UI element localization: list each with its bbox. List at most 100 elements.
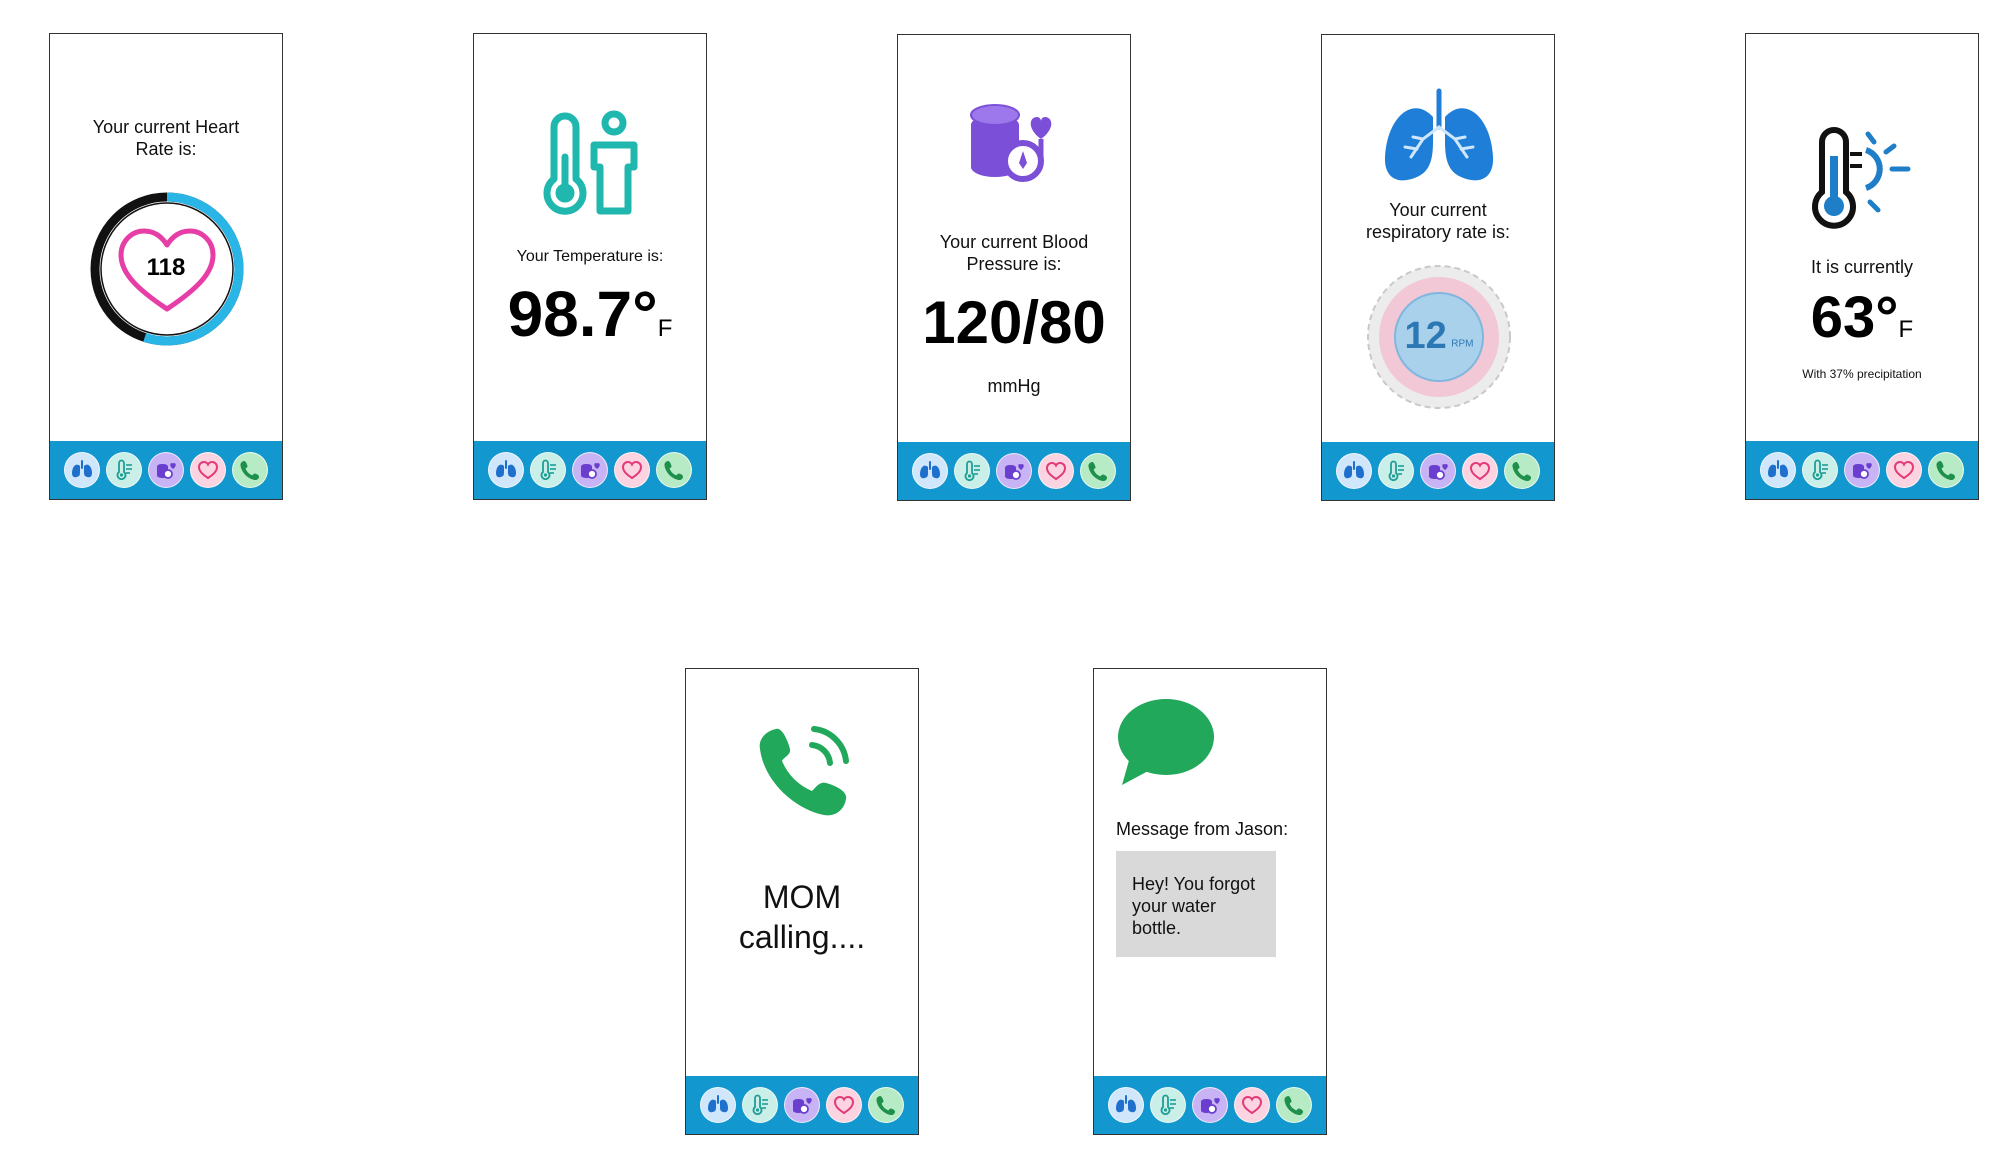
blood-pressure-screen: Your current Blood Pressure is: 120/80 m… (897, 34, 1131, 501)
nav-button-heart[interactable] (826, 1087, 862, 1123)
nav-button-blood-pressure[interactable] (1420, 453, 1456, 489)
lungs-icon (920, 461, 940, 479)
thermometer-icon (1388, 460, 1404, 482)
lungs-icon (72, 460, 92, 478)
nav-button-phone[interactable] (1928, 452, 1964, 488)
nav-button-thermometer[interactable] (1802, 452, 1838, 488)
nav-button-phone[interactable] (868, 1087, 904, 1123)
bottom-nav (474, 441, 706, 499)
caller-name: MOM (762, 879, 842, 915)
heart-icon (1241, 1095, 1263, 1115)
bottom-nav (1094, 1076, 1326, 1134)
incoming-call-screen: MOM calling.... (685, 668, 919, 1135)
lungs-icon (1384, 88, 1494, 181)
bottom-nav (50, 441, 282, 499)
screen-content: Your Temperature is: 98.7°F (474, 34, 706, 441)
thermometer-icon (116, 459, 132, 481)
temperature-unit: F (657, 315, 673, 342)
nav-button-thermometer[interactable] (530, 452, 566, 488)
nav-button-blood-pressure[interactable] (1192, 1087, 1228, 1123)
heart-icon (1893, 460, 1915, 480)
screen-content: Your current Blood Pressure is: 120/80 m… (898, 35, 1130, 442)
blood-pressure-icon (1201, 1098, 1220, 1114)
phone-icon (876, 1095, 896, 1116)
thermometer-icon (540, 459, 556, 481)
heart-icon (1469, 461, 1491, 481)
lungs-icon (1768, 460, 1788, 478)
nav-button-thermometer[interactable] (954, 453, 990, 489)
temperature-value: 98.7° (507, 278, 658, 350)
nav-button-thermometer[interactable] (106, 452, 142, 488)
body-temperature-icon (543, 110, 638, 215)
respiratory-value: 12 (1404, 315, 1447, 357)
respiratory-label: Your current respiratory rate is: (1365, 200, 1511, 242)
nav-button-blood-pressure[interactable] (996, 453, 1032, 489)
nav-button-heart[interactable] (190, 452, 226, 488)
phone-icon (240, 460, 260, 481)
weather-reading: 63°F (1746, 286, 1978, 362)
phone-icon (1284, 1095, 1304, 1116)
heart-rate-value: 118 (146, 254, 186, 281)
bottom-nav (1746, 441, 1978, 499)
nav-button-thermometer[interactable] (1150, 1087, 1186, 1123)
nav-button-heart[interactable] (1038, 453, 1074, 489)
nav-button-phone[interactable] (1276, 1087, 1312, 1123)
respiratory-unit: RPM (1451, 338, 1474, 350)
blood-pressure-icon (1853, 463, 1872, 479)
nav-button-heart[interactable] (1462, 453, 1498, 489)
nav-button-thermometer[interactable] (1378, 453, 1414, 489)
phone-call-icon (759, 726, 849, 816)
heart-icon (621, 460, 643, 480)
screen-content: MOM calling.... (686, 669, 918, 1076)
message-body: Hey! You forgot your water bottle. (1116, 851, 1276, 957)
nav-button-heart[interactable] (614, 452, 650, 488)
nav-button-lungs[interactable] (1760, 452, 1796, 488)
bottom-nav (898, 442, 1130, 500)
nav-button-lungs[interactable] (488, 452, 524, 488)
message-label: Message from Jason: (1116, 819, 1289, 839)
blood-pressure-unit: mmHg (987, 376, 1041, 396)
blood-pressure-icon (157, 463, 176, 479)
nav-button-phone[interactable] (232, 452, 268, 488)
thermometer-sun-icon (1812, 127, 1911, 229)
phone-icon (1512, 461, 1532, 482)
nav-button-blood-pressure[interactable] (1844, 452, 1880, 488)
nav-button-blood-pressure[interactable] (784, 1087, 820, 1123)
screen-content: Message from Jason: Hey! You forgot your… (1094, 669, 1326, 1076)
nav-button-phone[interactable] (1504, 453, 1540, 489)
lungs-icon (1116, 1095, 1136, 1113)
nav-button-thermometer[interactable] (742, 1087, 778, 1123)
phone-icon (1088, 461, 1108, 482)
nav-button-lungs[interactable] (1336, 453, 1372, 489)
bottom-nav (1322, 442, 1554, 500)
weather-label: It is currently (1810, 257, 1914, 277)
nav-button-blood-pressure[interactable] (148, 452, 184, 488)
screen-content: It is currently 63°F With 37% precipitat… (1746, 34, 1978, 441)
weather-value: 63° (1810, 285, 1899, 350)
temperature-label: Your Temperature is: (516, 248, 664, 265)
blood-pressure-icon (793, 1098, 812, 1114)
nav-button-phone[interactable] (656, 452, 692, 488)
weather-note: With 37% precipitation (1802, 367, 1922, 381)
temperature-reading: 98.7°F (474, 279, 706, 364)
nav-button-lungs[interactable] (700, 1087, 736, 1123)
lungs-icon (708, 1095, 728, 1113)
bottom-nav (686, 1076, 918, 1134)
blood-pressure-icon (1429, 464, 1448, 480)
thermometer-icon (1812, 459, 1828, 481)
nav-button-lungs[interactable] (1108, 1087, 1144, 1123)
call-status: calling.... (738, 919, 866, 955)
nav-button-heart[interactable] (1234, 1087, 1270, 1123)
nav-button-blood-pressure[interactable] (572, 452, 608, 488)
nav-button-lungs[interactable] (64, 452, 100, 488)
nav-button-lungs[interactable] (912, 453, 948, 489)
thermometer-icon (752, 1094, 768, 1116)
blood-pressure-icon (1005, 464, 1024, 480)
phone-icon (1936, 460, 1956, 481)
weather-screen: It is currently 63°F With 37% precipitat… (1745, 33, 1979, 500)
blood-pressure-value: 120/80 (922, 289, 1106, 356)
thermometer-icon (1160, 1094, 1176, 1116)
heart-icon (197, 460, 219, 480)
nav-button-heart[interactable] (1886, 452, 1922, 488)
nav-button-phone[interactable] (1080, 453, 1116, 489)
